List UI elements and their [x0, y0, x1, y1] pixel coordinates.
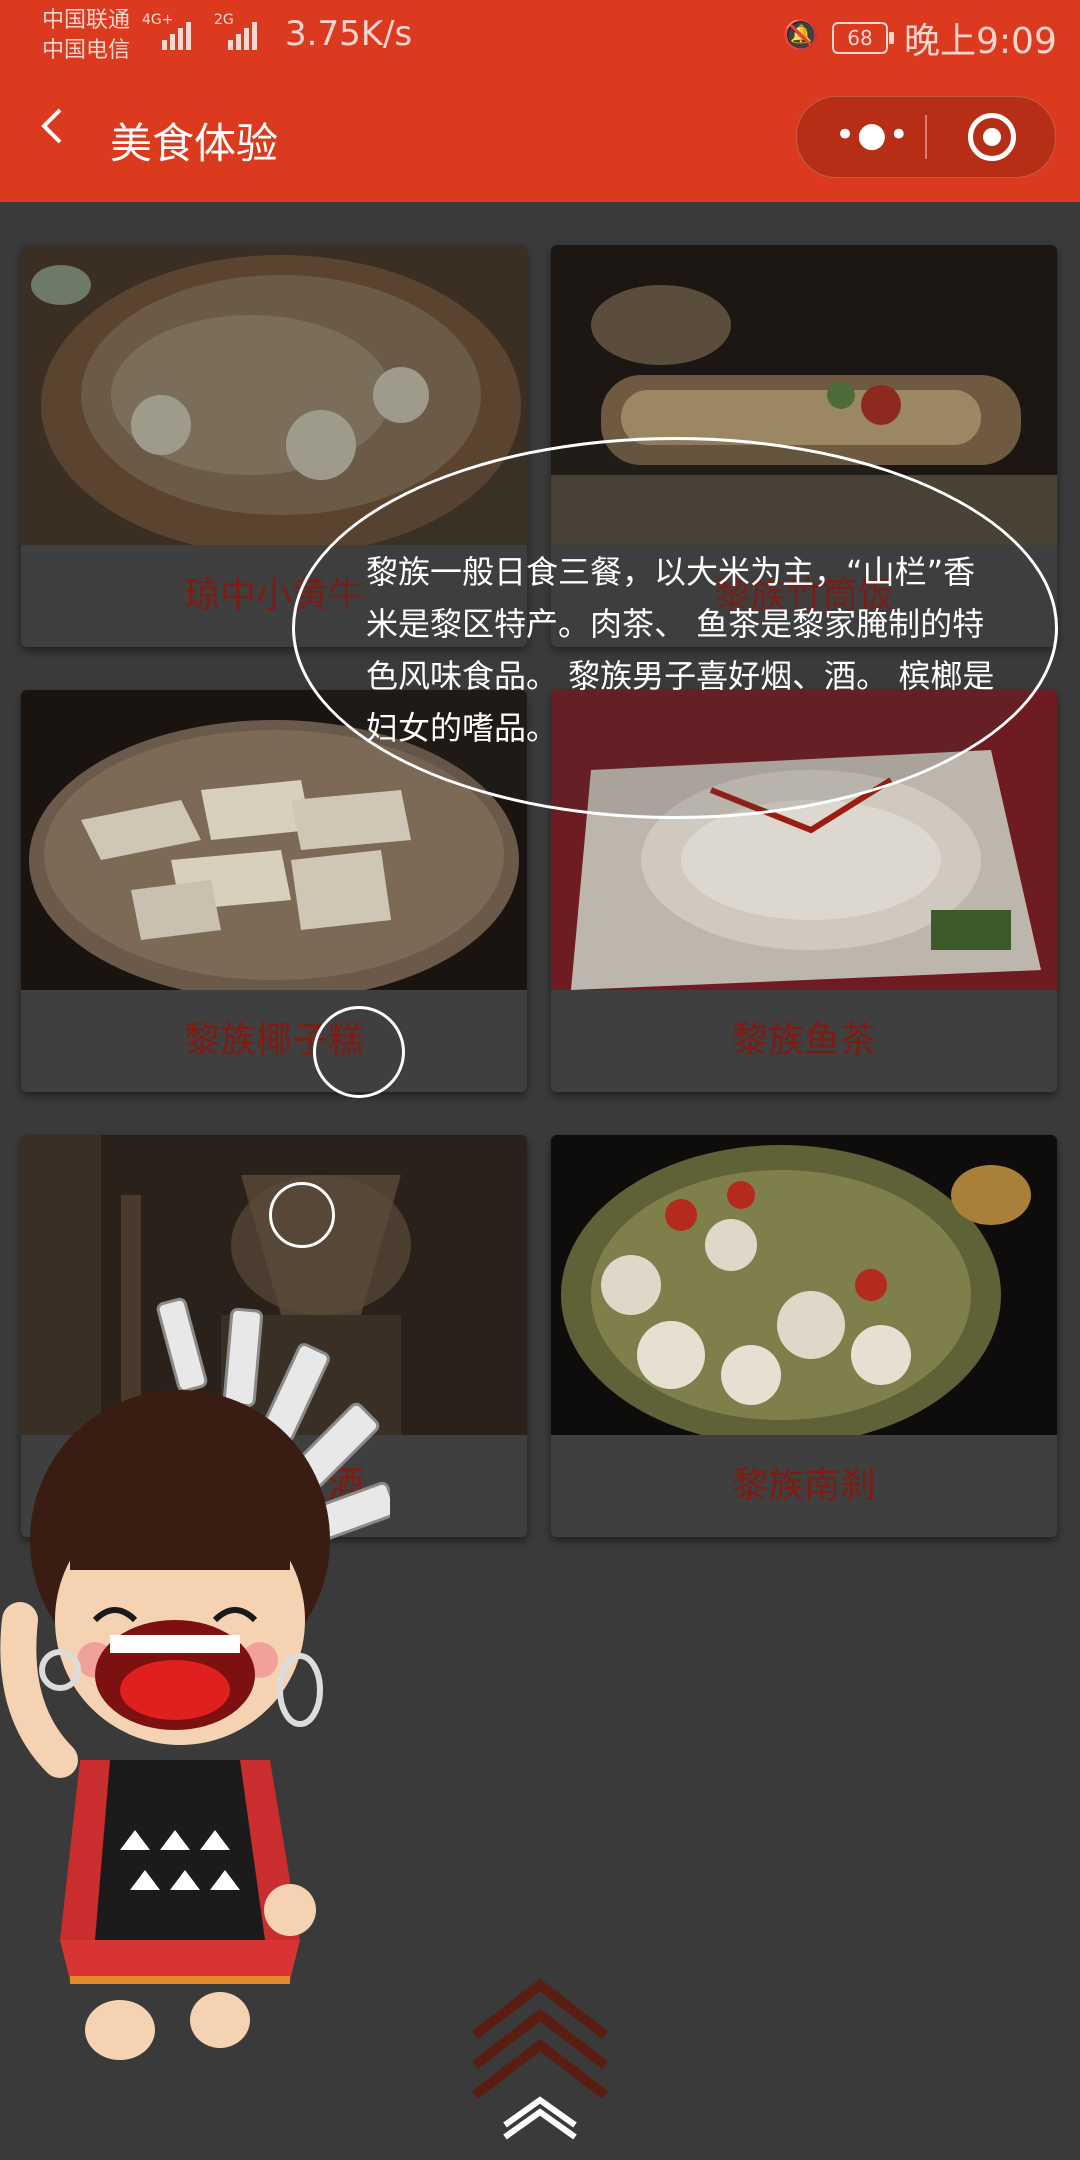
tap-indicator: [269, 1182, 335, 1248]
battery-icon: 68: [832, 22, 894, 54]
tap-indicator: [313, 1006, 405, 1098]
scroll-up-chevrons-icon[interactable]: [470, 1975, 610, 2140]
food-card-nansha[interactable]: 黎族南刹: [551, 1135, 1057, 1537]
capsule-divider: [925, 115, 927, 159]
carrier-2: 中国电信: [42, 38, 131, 63]
nansha-soup-photo: [551, 1135, 1057, 1435]
carrier-1: 中国联通: [42, 8, 131, 33]
status-bar: 中国联通 中国电信 4G+ 2G 3.75K/s 🔕 68 晚上9:09: [0, 0, 1080, 72]
more-dots-icon[interactable]: •●•: [835, 115, 911, 155]
card-label: 黎族椰子糕: [183, 1020, 364, 1061]
li-girl-mascot-illustration: [0, 1297, 390, 2060]
close-target-icon[interactable]: [968, 113, 1016, 161]
silent-bell-icon: 🔕: [782, 18, 820, 53]
net-speed: 3.75K/s: [285, 14, 413, 54]
carrier-labels: 中国联通 中国电信: [42, 6, 130, 66]
navigation-bar: 美食体验 •●•: [0, 72, 1080, 202]
clock: 晚上9:09: [904, 21, 1057, 62]
signal-icon: [162, 22, 191, 50]
card-label: 黎族鱼茶: [731, 1020, 876, 1061]
mini-program-capsule: •●•: [796, 96, 1056, 178]
signal-icon: [228, 22, 257, 50]
page-title: 美食体验: [110, 119, 279, 168]
card-label: 黎族南刹: [731, 1465, 876, 1506]
speech-bubble-text: 黎族一般日食三餐，以大米为主，“山栏”香米是黎区特产。肉茶、 鱼茶是黎家腌制的特…: [366, 553, 995, 747]
back-chevron-icon[interactable]: [36, 106, 66, 146]
